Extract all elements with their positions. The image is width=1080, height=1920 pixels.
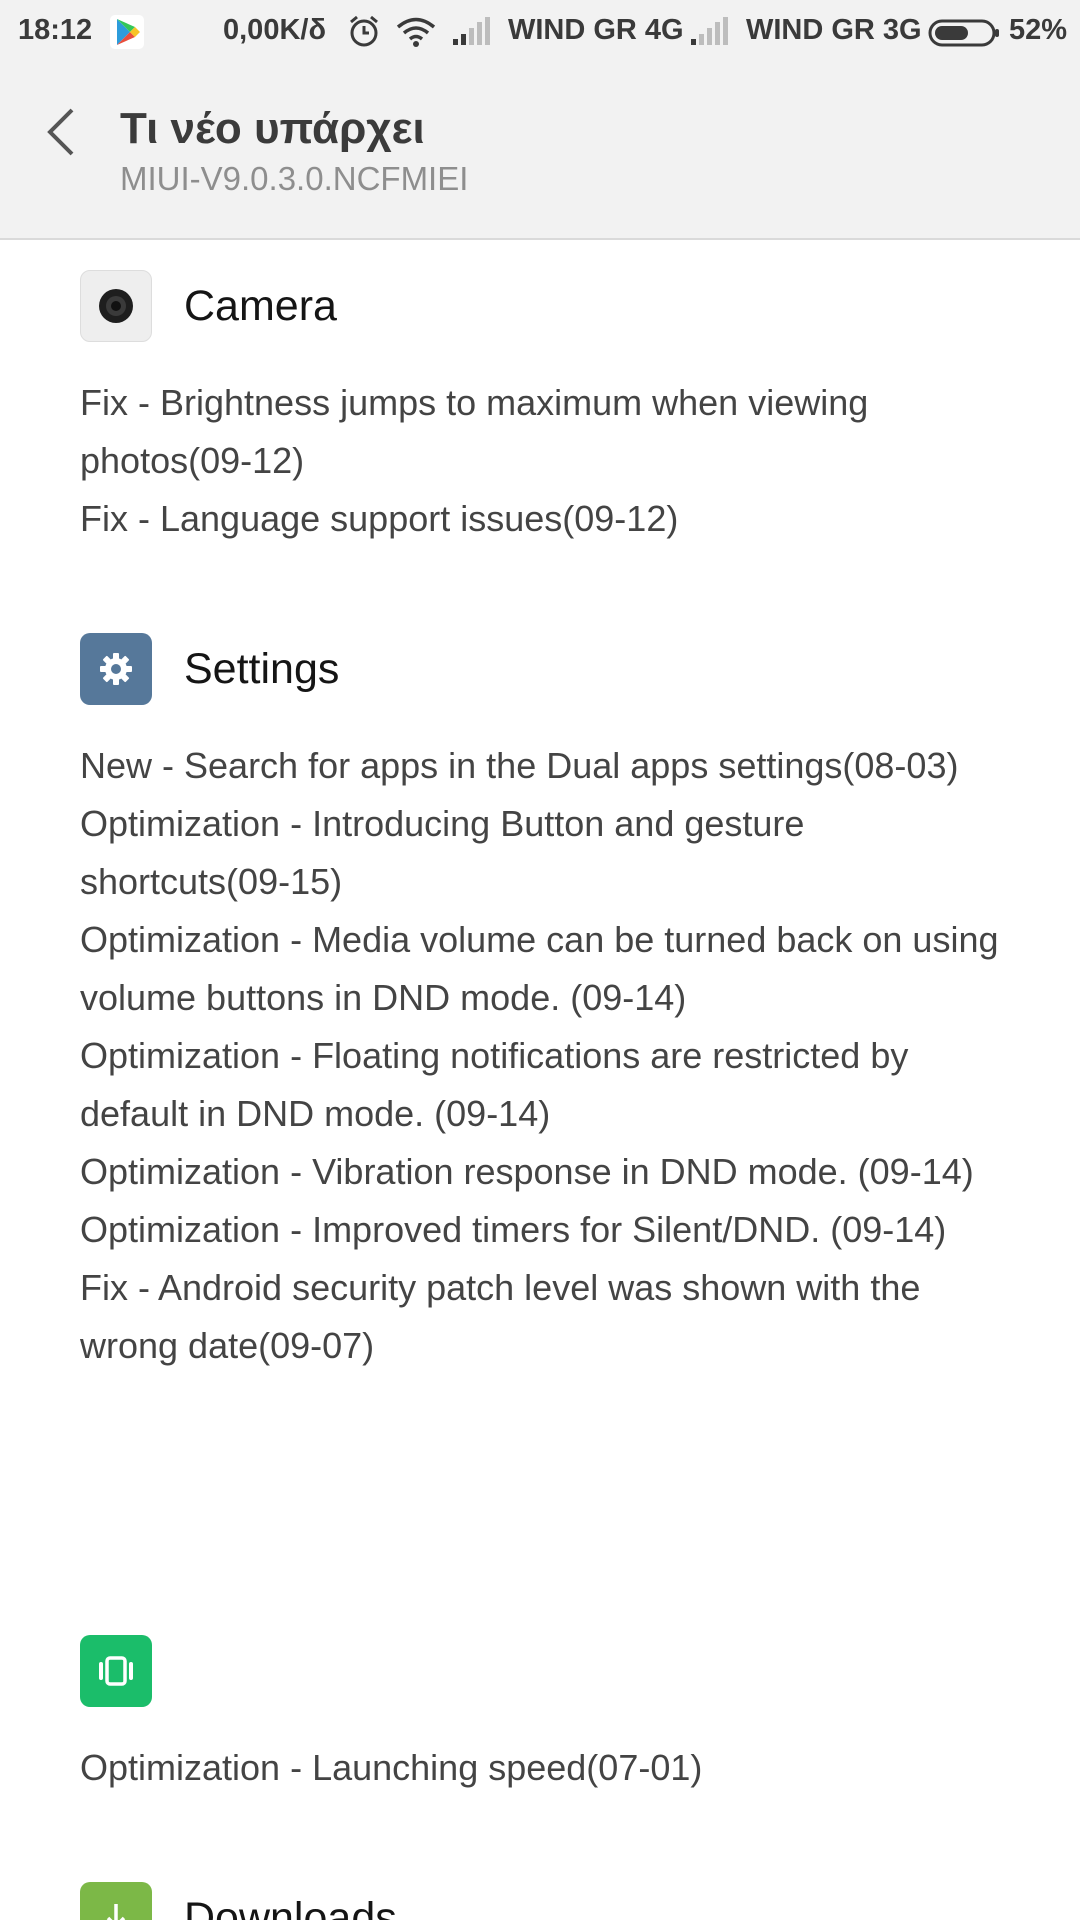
status-time: 18:12 — [18, 13, 93, 46]
alarm-icon — [347, 13, 381, 49]
note-item: Optimization - Media volume can be turne… — [80, 919, 999, 1018]
carrier-2: WIND GR 3G — [746, 13, 922, 46]
section-downloads: Downloads — [80, 1882, 1020, 1920]
section-app-vault: Optimization - Launching speed(07-01) — [80, 1635, 1020, 1788]
section-title: Camera — [184, 282, 337, 330]
version-subtitle: MIUI-V9.0.3.0.NCFMIEI — [120, 160, 469, 197]
wifi-icon — [396, 14, 436, 50]
note-item: Optimization - Improved timers for Silen… — [80, 1209, 947, 1250]
notes-list: New - Search for apps in the Dual apps s… — [80, 737, 1020, 1375]
section-settings: Settings New - Search for apps in the Du… — [80, 633, 1020, 1366]
note-item: Optimization - Floating notifications ar… — [80, 1035, 909, 1134]
status-bar: 18:12 0,00K/δ WIND GR 4G WIND GR 3G 52% — [0, 0, 1080, 60]
chevron-left-icon — [47, 108, 74, 156]
camera-icon — [80, 270, 152, 342]
section-camera: Camera Fix - Brightness jumps to maximum… — [80, 270, 1020, 539]
note-item: Fix - Android security patch level was s… — [80, 1267, 921, 1366]
section-title: Downloads — [184, 1894, 397, 1920]
app-bar: Τι νέο υπάρχει MIUI-V9.0.3.0.NCFMIEI — [0, 60, 1080, 240]
app-vault-icon — [80, 1635, 152, 1707]
section-header: Camera — [80, 270, 1020, 344]
battery-percent: 52% — [1009, 13, 1068, 46]
signal-icon — [451, 14, 491, 50]
play-store-icon — [110, 14, 144, 50]
note-item: Optimization - Launching speed(07-01) — [80, 1747, 703, 1788]
section-header — [80, 1635, 1020, 1709]
note-item: Fix - Language support issues(09-12) — [80, 498, 679, 539]
section-title: Settings — [184, 645, 340, 693]
back-button[interactable] — [42, 104, 82, 160]
note-item: Optimization - Introducing Button and ge… — [80, 803, 805, 902]
battery-icon — [928, 15, 1000, 51]
carrier-1: WIND GR 4G — [508, 13, 684, 46]
download-icon — [80, 1882, 152, 1920]
network-speed: 0,00K/δ — [223, 13, 327, 46]
gear-icon — [80, 633, 152, 705]
note-item: Optimization - Vibration response in DND… — [80, 1151, 974, 1192]
page-title: Τι νέο υπάρχει — [120, 104, 425, 153]
section-header: Downloads — [80, 1882, 1020, 1920]
section-header: Settings — [80, 633, 1020, 707]
note-item: Fix - Brightness jumps to maximum when v… — [80, 382, 869, 481]
notes-list: Optimization - Launching speed(07-01) — [80, 1739, 1020, 1797]
note-item: New - Search for apps in the Dual apps s… — [80, 745, 959, 786]
changelog-list[interactable]: Camera Fix - Brightness jumps to maximum… — [0, 240, 1080, 1920]
signal-icon — [689, 14, 729, 50]
notes-list: Fix - Brightness jumps to maximum when v… — [80, 374, 1020, 548]
